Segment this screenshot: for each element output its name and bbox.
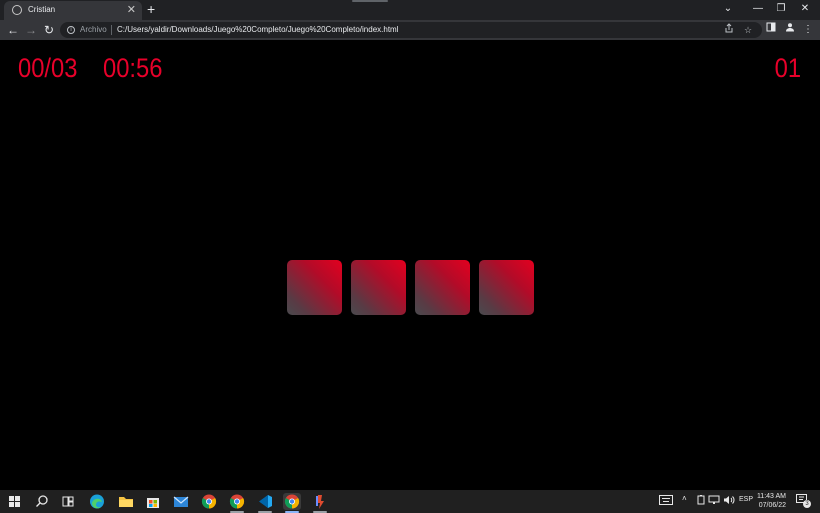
timer: 00:56 xyxy=(103,53,163,83)
battery-icon[interactable] xyxy=(696,495,706,507)
score-counter: 00/03 xyxy=(18,53,78,83)
card-3[interactable] xyxy=(415,260,470,315)
back-button[interactable]: ← xyxy=(5,22,21,38)
clock-date: 07/06/22 xyxy=(758,502,786,509)
url-text[interactable]: C:/Users/yaldir/Downloads/Juego%20Comple… xyxy=(117,25,398,34)
card-1[interactable] xyxy=(287,260,342,315)
app-icon[interactable] xyxy=(311,493,329,513)
store-icon[interactable] xyxy=(144,493,162,510)
clock-time: 11:43 AM xyxy=(756,493,786,500)
chevron-up-icon[interactable]: ˄ xyxy=(682,494,687,503)
globe-icon xyxy=(12,5,22,15)
kebab-menu-icon[interactable]: ⋮ xyxy=(800,22,816,38)
chrome-icon[interactable] xyxy=(283,493,301,513)
tab-search-button[interactable]: ⌄ xyxy=(713,0,743,20)
omnibox-divider xyxy=(111,25,112,35)
task-view-icon[interactable] xyxy=(59,493,77,510)
card-2[interactable] xyxy=(351,260,406,315)
info-icon[interactable]: i xyxy=(67,26,75,34)
file-chip: Archivo xyxy=(80,25,107,34)
game-page: 00/03 00:56 01 xyxy=(0,40,820,490)
star-icon[interactable]: ☆ xyxy=(741,23,755,37)
browser-toolbar: ← → ↻ i Archivo C:/Users/yaldir/Download… xyxy=(0,20,820,40)
chrome-icon[interactable] xyxy=(200,493,218,510)
search-icon[interactable] xyxy=(33,493,51,510)
vscode-icon[interactable] xyxy=(256,493,274,513)
browser-tab[interactable]: Cristian ✕ xyxy=(4,1,142,20)
share-icon[interactable] xyxy=(722,23,736,37)
clock[interactable]: 11:43 AM 07/06/22 xyxy=(757,492,786,510)
volume-icon[interactable] xyxy=(723,495,735,507)
tab-strip: Cristian ✕ + ⌄ — ❐ ✕ xyxy=(0,0,820,20)
edge-icon[interactable] xyxy=(88,493,106,510)
profile-icon[interactable] xyxy=(782,22,798,38)
card-row xyxy=(287,260,535,316)
start-icon[interactable] xyxy=(9,496,20,507)
tab-title: Cristian xyxy=(28,5,56,14)
close-window-button[interactable]: ✕ xyxy=(790,0,820,20)
card-4[interactable] xyxy=(479,260,534,315)
reload-button[interactable]: ↻ xyxy=(41,22,57,38)
file-explorer-icon[interactable] xyxy=(117,493,135,510)
taskbar: ˄ ESP 11:43 AM 07/06/22 3 xyxy=(0,490,820,513)
tab-close-icon[interactable]: ✕ xyxy=(127,3,136,17)
forward-button[interactable]: → xyxy=(23,22,39,38)
mail-icon[interactable] xyxy=(172,493,190,510)
network-icon[interactable] xyxy=(708,495,720,507)
new-tab-button[interactable]: + xyxy=(147,1,155,17)
keyboard-icon[interactable] xyxy=(659,495,673,507)
drag-handle[interactable] xyxy=(352,0,388,2)
language-indicator[interactable]: ESP xyxy=(739,496,753,503)
chrome-icon[interactable] xyxy=(228,493,246,513)
notifications-icon[interactable]: 3 xyxy=(796,494,811,509)
level-counter: 01 xyxy=(774,53,801,83)
side-panel-icon[interactable] xyxy=(763,22,779,38)
notifications-badge: 3 xyxy=(803,500,811,508)
address-bar[interactable]: i Archivo C:/Users/yaldir/Downloads/Jueg… xyxy=(60,22,762,38)
